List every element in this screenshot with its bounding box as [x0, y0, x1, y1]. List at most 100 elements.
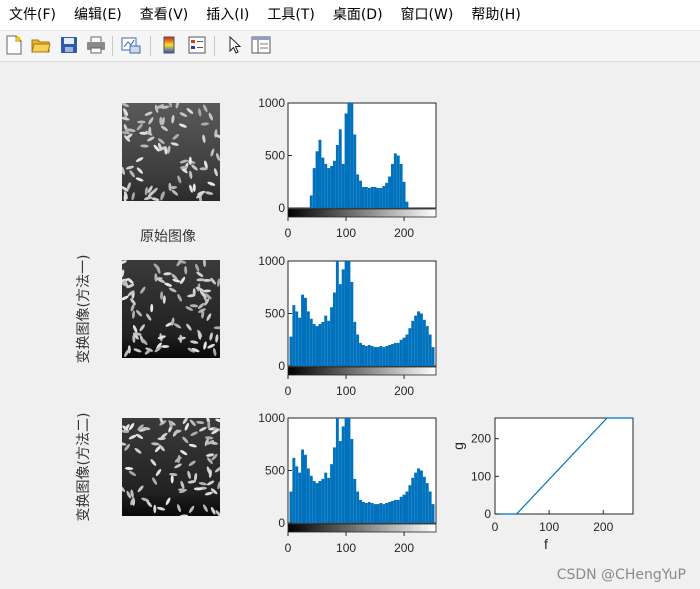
histogram-bar [373, 347, 377, 366]
histogram-bar [335, 418, 339, 523]
histogram-bar [324, 315, 328, 366]
histogram-method2-plot: 0 500 1000 0 100 200 [258, 411, 437, 555]
edit-plot-arrow-icon[interactable] [224, 34, 246, 56]
histogram-bar [388, 345, 391, 366]
histogram-bar [405, 334, 409, 366]
histogram-bar [321, 478, 325, 523]
y-tick-label: 500 [265, 464, 285, 478]
histogram-bar [341, 269, 345, 366]
new-figure-icon[interactable] [3, 34, 25, 56]
histogram-bar [321, 157, 325, 208]
histogram-bar [402, 494, 406, 523]
plot-area [494, 417, 634, 515]
histogram-bar [425, 326, 429, 366]
histogram-bar [327, 168, 331, 208]
histogram-bar [338, 441, 342, 523]
insert-colorbar-icon[interactable] [158, 34, 180, 56]
histogram-bar [376, 504, 380, 523]
histogram-bar [309, 318, 313, 367]
property-inspector-icon[interactable] [250, 34, 272, 56]
histogram-bar [306, 311, 310, 366]
x-tick-label: 0 [285, 226, 292, 240]
histogram-bar [330, 464, 333, 523]
histogram-bar [324, 472, 328, 523]
histogram-bar [382, 504, 386, 523]
save-icon[interactable] [58, 34, 80, 56]
menu-item-1[interactable]: 编辑(E) [65, 0, 131, 30]
x-tick-label: 100 [336, 541, 356, 555]
menu-item-4[interactable]: 工具(T) [258, 0, 323, 30]
x-tick-label: 200 [394, 384, 414, 398]
histogram-bar [370, 503, 374, 523]
histogram-bar [356, 491, 360, 523]
x-tick-label: 200 [394, 541, 414, 555]
histogram-bar [364, 346, 368, 366]
histogram-bar [344, 418, 348, 523]
histogram-bar [335, 145, 339, 208]
histogram-bar [391, 344, 394, 366]
histogram-bar [428, 491, 432, 523]
histogram-bar [393, 153, 397, 208]
histogram-bar [324, 163, 328, 208]
print-icon[interactable] [85, 34, 107, 56]
histogram-bar [335, 261, 339, 366]
histogram-bar [327, 320, 331, 366]
histogram-bar [292, 457, 296, 523]
toolbar [0, 31, 700, 62]
histogram-bar [370, 346, 374, 366]
x-tick-label: 0 [285, 541, 292, 555]
histogram-bar [399, 496, 403, 524]
x-axis-label: f [544, 536, 548, 552]
grayscale-colorbar [287, 208, 437, 218]
histogram-bar [393, 499, 397, 523]
x-tick-label: 200 [394, 226, 414, 240]
y-tick-label: 500 [265, 307, 285, 321]
histogram-bar [327, 477, 331, 523]
histogram-bar [333, 292, 336, 366]
histogram-bar [373, 187, 377, 208]
x-tick-label: 100 [539, 520, 559, 534]
x-tick-label: 0 [492, 520, 499, 534]
open-file-icon[interactable] [30, 34, 52, 56]
histogram-bar [411, 320, 415, 366]
histogram-bar [347, 418, 351, 523]
histogram-bar [362, 345, 365, 366]
transformed-image-method2 [122, 418, 220, 516]
histogram-bar [309, 195, 313, 208]
histogram-bar [298, 317, 302, 366]
menu-item-5[interactable]: 桌面(D) [324, 0, 392, 30]
menu-item-0[interactable]: 文件(F) [0, 0, 65, 30]
y-tick-label: 0 [278, 359, 285, 373]
insert-legend-icon[interactable] [186, 34, 208, 56]
menu-item-6[interactable]: 窗口(W) [392, 0, 463, 30]
y-tick-label: 500 [265, 149, 285, 163]
histogram-bar [321, 321, 325, 366]
histogram-bar [385, 346, 389, 366]
histogram-bar [388, 502, 391, 523]
menu-item-7[interactable]: 帮助(H) [462, 0, 529, 30]
histogram-bar [362, 187, 365, 208]
histogram-bar [350, 103, 354, 208]
histogram-bar [408, 328, 412, 366]
histogram-bar [425, 483, 429, 523]
histogram-bar [431, 347, 435, 366]
histogram-bar [344, 113, 348, 208]
histogram-bar [301, 449, 304, 523]
histogram-bar [330, 307, 333, 366]
histogram-bar [364, 187, 368, 208]
histogram-bar [422, 476, 426, 523]
histogram-bar [414, 315, 418, 366]
histogram-bar [402, 337, 406, 366]
histogram-bar [344, 261, 348, 366]
histogram-bar [373, 504, 377, 523]
histogram-bar [370, 187, 374, 208]
histogram-bar [338, 284, 342, 366]
menu-item-2[interactable]: 查看(V) [131, 0, 198, 30]
menu-item-3[interactable]: 插入(I) [197, 0, 258, 30]
link-plot-icon[interactable] [120, 34, 142, 56]
y-axis-label: g [455, 442, 466, 450]
histogram-bar [379, 188, 383, 208]
histogram-bar [379, 503, 383, 523]
histogram-bar [289, 336, 293, 366]
toolbar-separator [150, 36, 151, 56]
